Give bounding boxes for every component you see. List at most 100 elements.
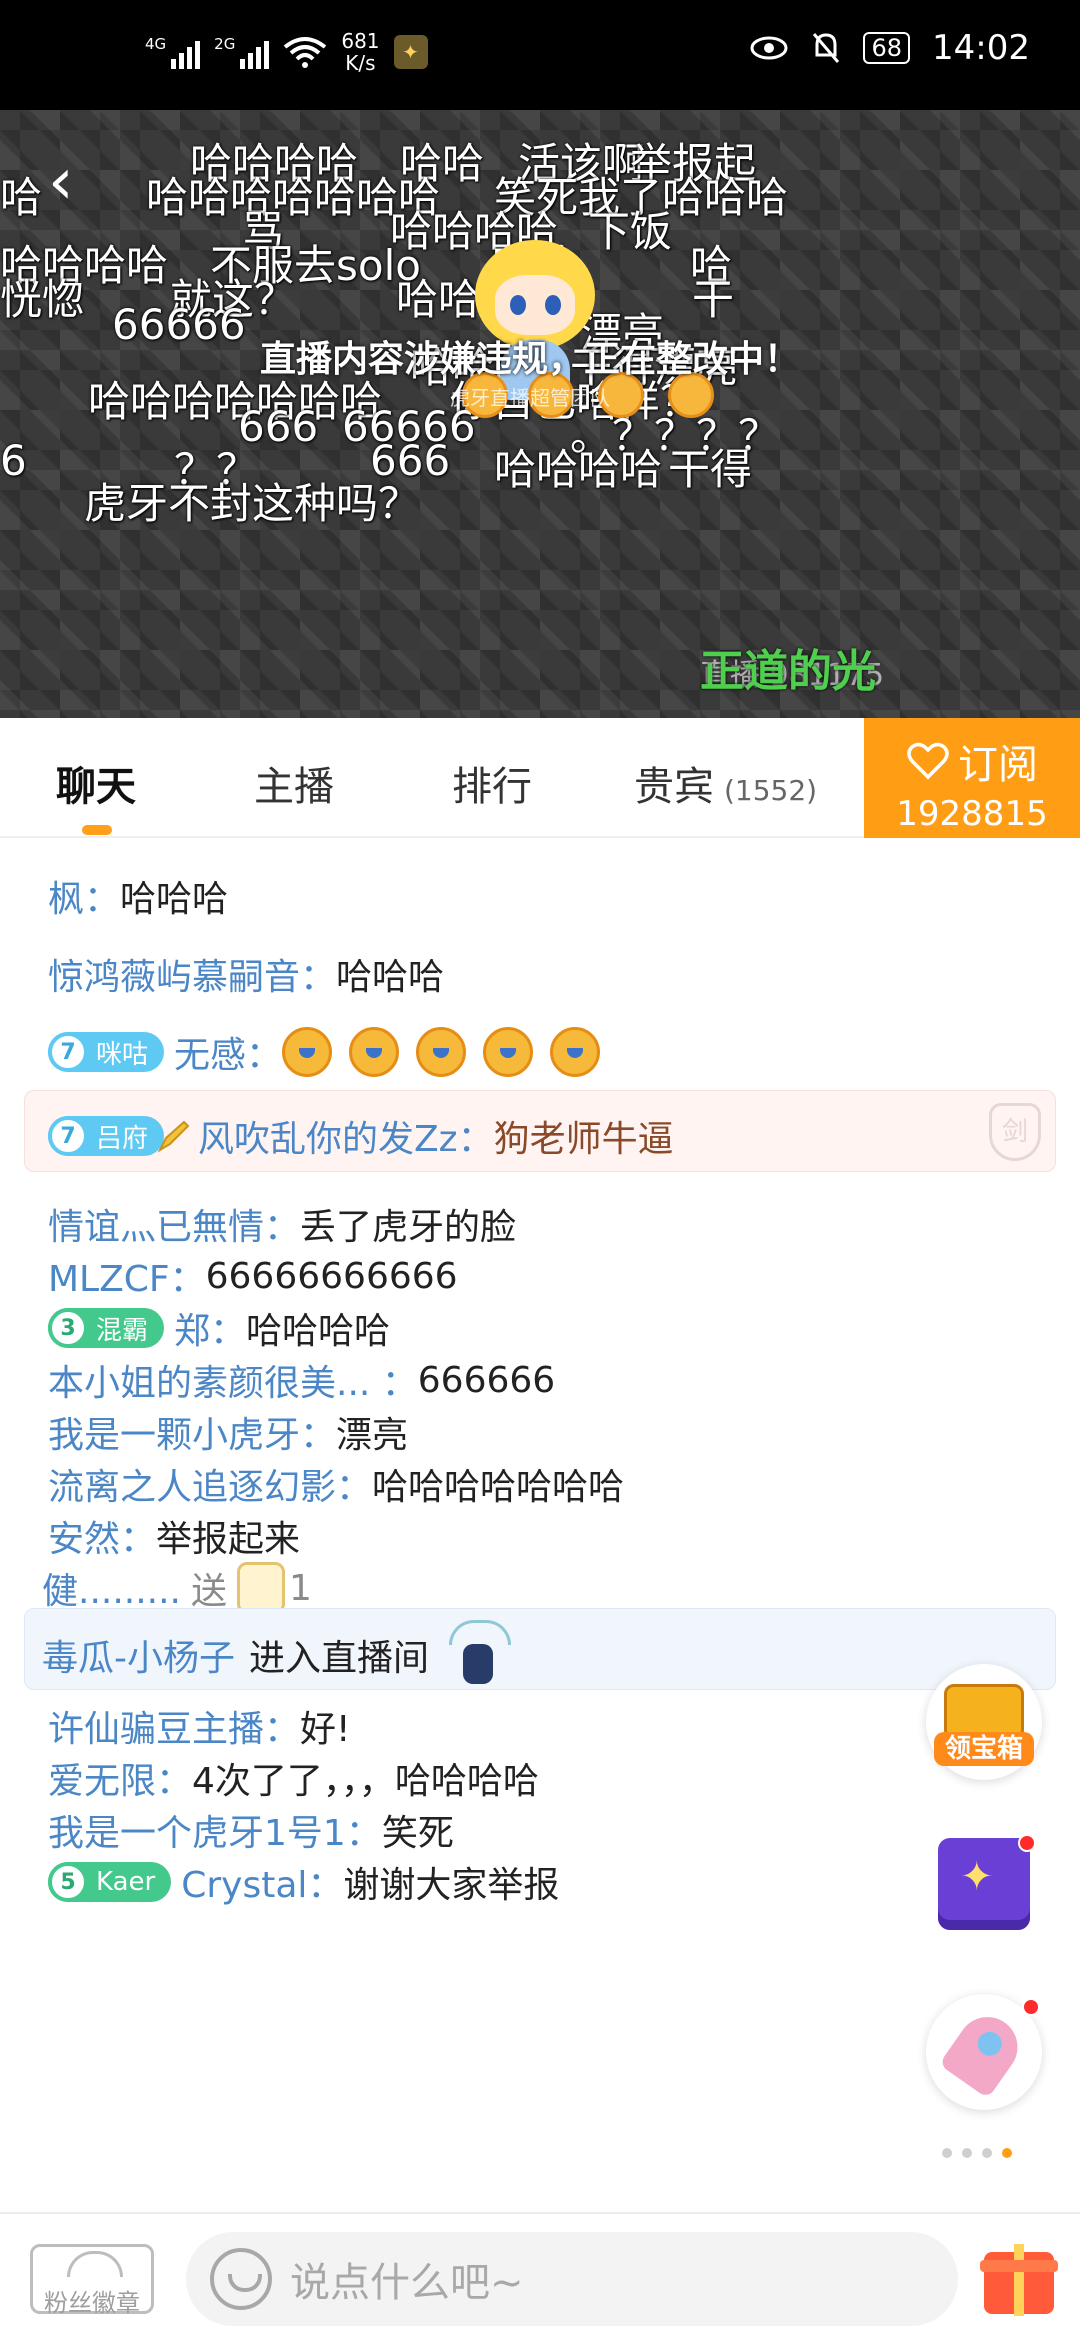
chat-text: 丢了虎牙的脸 [300,1207,517,1248]
danmaku: 哈 [0,173,43,222]
chat-username[interactable]: 无感： [174,1026,282,1078]
chat-message: 安然： 举报起来 [48,1510,300,1562]
danmaku: 6 [0,436,27,485]
fan-badge[interactable]: 5 Kaer [48,1862,172,1902]
chat-message: 我是一个虎牙1号1： 笑死 [48,1804,454,1856]
chat-username[interactable]: 情谊灬已無情： [48,1198,300,1250]
mute-bell-icon [813,33,840,63]
chat-input[interactable]: 说点什么吧~ [186,2232,958,2326]
status-right: 68 14:02 [749,28,1030,68]
crying-emoji-icon [416,1027,467,1077]
treasure-label: 领宝箱 [934,1732,1034,1766]
tab-vip-label: 贵宾 [634,764,714,810]
chat-input-placeholder: 说点什么吧~ [290,2260,524,2306]
star-icon: ✦ [960,1854,994,1900]
chat-username[interactable]: 风吹乱你的发Zz： [198,1110,494,1162]
chat-username[interactable]: 我是一颗小虎牙： [48,1406,336,1458]
tab-rank[interactable]: 排行 [452,754,532,812]
crying-emoji-icon [282,1027,333,1077]
danmaku: 虎牙不封这种吗？ [84,479,421,528]
chat-text: 笑死 [381,1813,454,1854]
emoji-icon[interactable] [210,2248,272,2310]
chat-message: 5 Kaer Crystal： 谢谢大家举报 [48,1856,559,1908]
tab-anchor[interactable]: 主播 [254,754,334,812]
chat-message: 7 咪咕 无感： [48,1026,617,1078]
eye-icon [750,36,788,60]
status-left: 4G 2G 681 K/s ✦ [145,30,428,74]
chat-username[interactable]: 毒瓜-小杨子 [42,1629,235,1681]
chat-username[interactable]: MLZCF： [48,1250,206,1302]
back-icon[interactable]: ‹ [48,150,74,214]
notification-dot [1018,1834,1036,1852]
chat-message: 爱无限： 4次了了，，，哈哈哈哈 [48,1752,539,1804]
fan-badge-button[interactable]: 粉丝徽章 [30,2244,154,2317]
fan-badge-name: Kaer [96,1867,156,1897]
chat-username[interactable]: 许仙骗豆主播： [48,1700,300,1752]
chat-message: 本小姐的素颜很美... ： 666666 [48,1354,555,1406]
chat-message: 3 混霸 郑： 哈哈哈哈 [48,1302,390,1354]
signal-icon-1: 4G [145,35,201,69]
chat-username[interactable]: 健......... [42,1562,181,1614]
chat-list[interactable]: 枫： 哈哈哈 惊鸿薇屿慕嗣音： 哈哈哈 7 咪咕 无感： 剑 7 吕府 风吹乱你的发Zz… [0,840,1080,2210]
subscribe-label: 订阅 [958,742,1038,788]
chat-text: 好! [300,1709,351,1750]
floating-pager [942,2148,1012,2158]
fan-badge-level: 5 [48,1862,88,1902]
danmaku: 哈哈哈哈 [494,445,663,494]
chat-text: 狗老师牛逼 [493,1119,674,1160]
fan-badge-level: 7 [48,1032,88,1072]
bottom-input-bar: 粉丝徽章 说点什么吧~ [0,2212,1080,2340]
pen-icon [157,1120,190,1153]
status-bar: 4G 2G 681 K/s ✦ 68 14:02 [0,0,1080,110]
subscribe-button[interactable]: 订阅 1928815 [864,718,1080,838]
app-notification-icon: ✦ [393,35,428,69]
activity-book-button[interactable]: ✦ [938,1838,1030,1930]
wings-icon [67,2251,123,2277]
enter-room-message: 毒瓜-小杨子 进入直播间 [42,1620,512,1690]
tab-active-indicator [82,825,112,835]
chat-text: 哈哈哈 [120,879,229,920]
chat-text: 举报起来 [156,1519,301,1560]
fan-badge[interactable]: 7 咪咕 [48,1032,165,1072]
chat-message: 7 吕府 风吹乱你的发Zz： 狗老师牛逼 [48,1110,674,1162]
chat-username[interactable]: 我是一个虎牙1号1： [48,1804,382,1856]
chat-username[interactable]: 郑： [174,1302,246,1354]
gift-icon[interactable] [980,2244,1058,2316]
chat-message: 枫： 哈哈哈 [48,870,228,922]
tab-vip[interactable]: 贵宾 (1552) [634,754,817,812]
fan-badge[interactable]: 3 混霸 [48,1308,165,1348]
chat-text: 漂亮 [336,1415,409,1456]
tab-bar: 聊天 主播 排行 贵宾 (1552) 订阅 1928815 [0,718,1080,838]
network-speed-unit: K/s [345,51,376,75]
chat-message: 惊鸿薇屿慕嗣音： 哈哈哈 [48,948,444,1000]
tab-chat[interactable]: 聊天 [56,754,136,812]
time: 14:02 [932,28,1030,68]
violation-notice: 直播内容涉嫌违规，正在整改中！ [260,339,801,380]
vip-count: (1552) [724,774,818,807]
deer-mount-icon [449,1620,512,1690]
gift-count: 1 [289,1567,312,1609]
chat-text: 哈哈哈哈 [246,1311,391,1352]
chat-username[interactable]: 爱无限： [48,1752,192,1804]
crying-emoji-icon [483,1027,534,1077]
chat-username[interactable]: 本小姐的素颜很美... ： [48,1354,418,1406]
chat-username[interactable]: 枫： [48,870,120,922]
chat-username[interactable]: 流离之人追逐幻影： [48,1458,372,1510]
chat-text: 66666666666 [205,1255,458,1297]
chat-username[interactable]: 安然： [48,1510,156,1562]
danmaku-highlight: 正道的光 [700,646,876,697]
chat-message: 流离之人追逐幻影： 哈哈哈哈哈哈哈 [48,1458,624,1510]
gift-message: 健......... 送 1 [42,1562,312,1614]
chat-text: 谢谢大家举报 [343,1865,560,1906]
chat-username[interactable]: Crystal： [181,1856,343,1908]
fan-badge[interactable]: 7 吕府 [48,1116,165,1156]
heart-add-icon [907,742,949,780]
network-speed: 681 K/s [341,30,379,74]
chat-username[interactable]: 惊鸿薇屿慕嗣音： [48,948,336,1000]
video-player[interactable]: ‹ 哈哈哈哈 哈哈 活该啊 举报起 哈 哈哈哈哈哈哈哈 笑死我了哈哈哈 骂 哈哈… [0,110,1080,718]
notification-dot [1022,1998,1040,2016]
crying-emoji-icon [349,1027,400,1077]
treasure-box-button[interactable]: 领宝箱 [926,1664,1042,1780]
rocket-icon [938,2005,1030,2099]
network-type-1: 4G [145,35,167,53]
